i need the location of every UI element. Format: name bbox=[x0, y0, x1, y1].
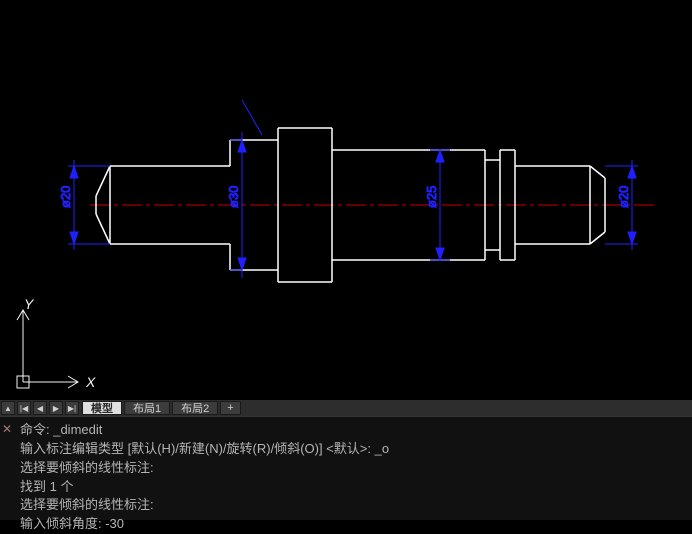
cmd-line: 输入标注编辑类型 [默认(H)/新建(N)/旋转(R)/倾斜(O)] <默认>:… bbox=[6, 440, 686, 459]
tab-prev-button[interactable]: ◀ bbox=[33, 401, 47, 415]
tab-menu-button[interactable]: ▲ bbox=[1, 401, 15, 415]
dimensions-group: ø20 ø30 ø25 ø20 bbox=[58, 100, 638, 278]
dim-d30: ø30 bbox=[226, 186, 241, 208]
dim-d20-right: ø20 bbox=[616, 186, 631, 208]
ucs-x-label: X bbox=[86, 374, 95, 390]
tab-new-layout[interactable]: + bbox=[220, 401, 240, 415]
cmd-line: 选择要倾斜的线性标注: bbox=[6, 496, 686, 515]
cmd-line: 输入倾斜角度: -30 bbox=[6, 515, 686, 534]
cmd-line: 选择要倾斜的线性标注: bbox=[6, 459, 686, 478]
tab-last-button[interactable]: ▶| bbox=[65, 401, 79, 415]
tab-layout2[interactable]: 布局2 bbox=[172, 401, 218, 415]
tab-model[interactable]: 模型 bbox=[82, 401, 122, 415]
command-panel[interactable]: ✕ 命令: _dimedit 输入标注编辑类型 [默认(H)/新建(N)/旋转(… bbox=[0, 416, 692, 520]
dim-d20-left: ø20 bbox=[58, 186, 73, 208]
tab-first-button[interactable]: |◀ bbox=[17, 401, 31, 415]
layout-tab-bar: ▲ |◀ ◀ ▶ ▶| 模型 布局1 布局2 + bbox=[0, 400, 692, 416]
dim-d25: ø25 bbox=[424, 186, 439, 208]
tab-next-button[interactable]: ▶ bbox=[49, 401, 63, 415]
close-icon[interactable]: ✕ bbox=[2, 421, 12, 438]
ucs-y-label: Y bbox=[24, 296, 33, 312]
cmd-line: 命令: _dimedit bbox=[6, 421, 686, 440]
ucs-icon: Y X bbox=[8, 292, 98, 392]
tab-layout1[interactable]: 布局1 bbox=[124, 401, 170, 415]
drawing-viewport[interactable]: ø20 ø30 ø25 ø20 bbox=[0, 0, 692, 400]
cmd-line: 找到 1 个 bbox=[6, 478, 686, 497]
